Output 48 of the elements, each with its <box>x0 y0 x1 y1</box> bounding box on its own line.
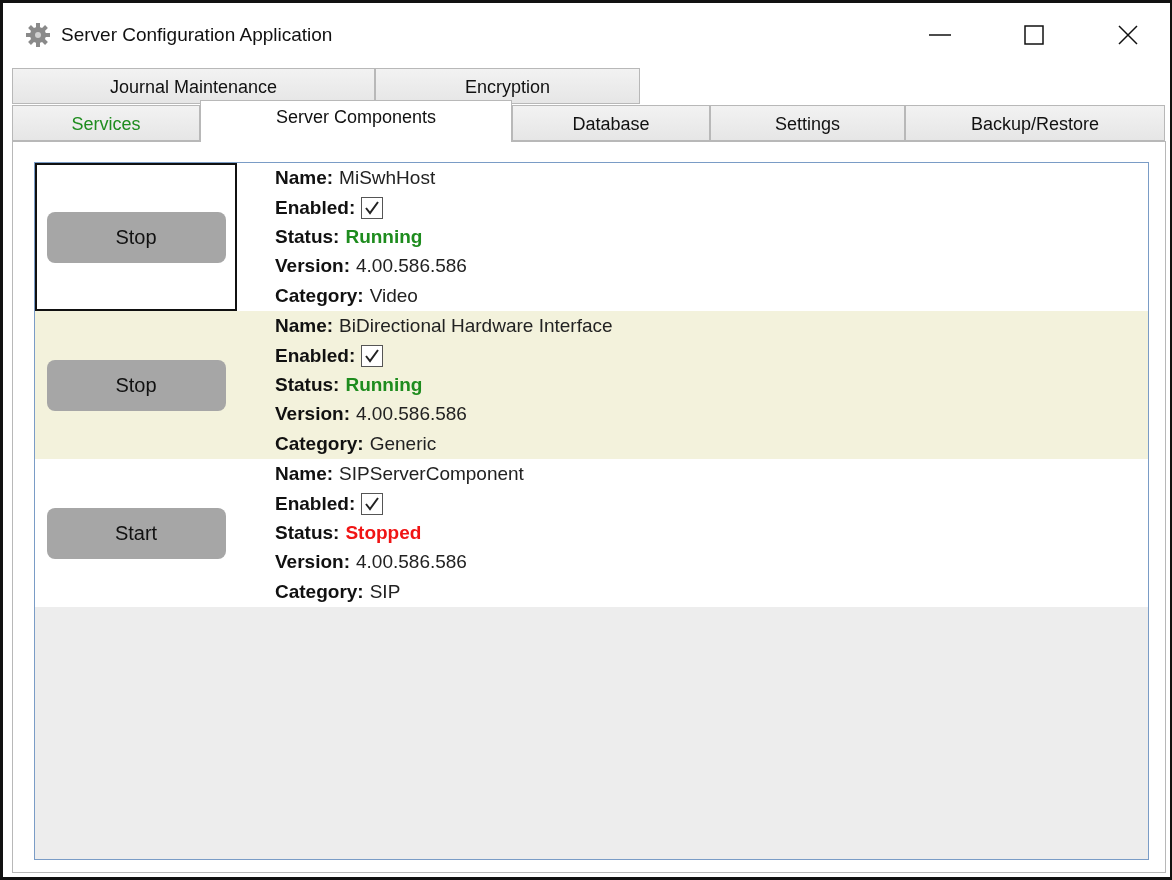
window-title: Server Configuration Application <box>61 24 334 46</box>
field-label: Category: <box>275 284 364 307</box>
close-icon <box>1117 24 1139 46</box>
field-value: Stopped <box>345 522 422 544</box>
field-label: Enabled: <box>275 344 356 367</box>
tab[interactable]: Backup/Restore <box>905 105 1165 141</box>
field-value: MiSwhHost <box>339 167 436 190</box>
field-label: Enabled: <box>275 196 356 219</box>
tab[interactable]: Server Components <box>200 100 512 142</box>
component-row[interactable]: Stop Name: BiDirectional Hardware Interface Enabled: Status: Running Version: 4.00.586.586 Category: Generic <box>35 311 1148 459</box>
tab[interactable]: Encryption <box>375 68 640 104</box>
field-value: SIPServerComponent <box>339 463 524 486</box>
enabled-checkbox[interactable] <box>361 344 384 367</box>
action-button[interactable]: Stop <box>46 359 226 411</box>
tab[interactable]: Database <box>512 105 710 141</box>
field-label: Version: <box>275 255 350 278</box>
component-row[interactable]: Start Name: SIPServerComponent Enabled: Status: Stopped Version: 4.00.586.586 Category: SIP <box>35 459 1148 607</box>
tab[interactable]: Services <box>12 105 200 141</box>
action-button[interactable]: Start <box>46 507 226 559</box>
enabled-checkbox[interactable] <box>361 196 384 219</box>
field-value: SIP <box>369 580 401 603</box>
field-label: Version: <box>275 551 350 574</box>
field-value: 4.00.586.586 <box>356 403 467 426</box>
field-label: Name: <box>275 315 334 338</box>
field-value: Running <box>345 226 423 248</box>
tab[interactable]: Journal Maintenance <box>12 68 375 104</box>
tab[interactable]: Settings <box>710 105 905 141</box>
field-value: 4.00.586.586 <box>356 255 467 278</box>
gear-icon <box>25 22 51 48</box>
field-label: Name: <box>275 167 334 190</box>
action-button[interactable]: Stop <box>46 211 226 263</box>
maximize-icon <box>1023 24 1045 46</box>
field-label: Enabled: <box>275 492 356 515</box>
field-value: Generic <box>369 432 437 455</box>
field-value: 4.00.586.586 <box>356 551 467 574</box>
field-label: Version: <box>275 403 350 426</box>
field-label: Status: <box>275 226 340 248</box>
field-label: Category: <box>275 432 364 455</box>
field-value: Running <box>345 374 423 396</box>
field-label: Name: <box>275 463 334 486</box>
field-label: Category: <box>275 580 364 603</box>
field-label: Status: <box>275 374 340 396</box>
field-label: Status: <box>275 522 340 544</box>
field-value: BiDirectional Hardware Interface <box>339 315 613 338</box>
component-row[interactable]: Stop Name: MiSwhHost Enabled: Status: Running Version: 4.00.586.586 Category: Video <box>35 163 1148 311</box>
enabled-checkbox[interactable] <box>361 492 384 515</box>
field-value: Video <box>369 284 418 307</box>
minimize-icon <box>929 34 951 36</box>
